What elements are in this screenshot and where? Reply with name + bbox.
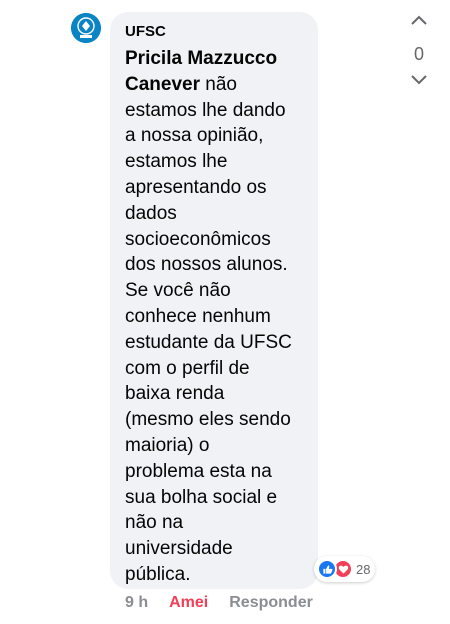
comment-author[interactable]: UFSC bbox=[125, 22, 308, 42]
ufsc-logo-icon bbox=[71, 13, 101, 43]
reply-button[interactable]: Responder bbox=[229, 594, 313, 612]
avatar[interactable] bbox=[71, 13, 101, 43]
chevron-up-icon bbox=[411, 15, 427, 25]
reaction-count: 28 bbox=[356, 561, 371, 577]
chevron-down-icon bbox=[411, 75, 427, 85]
reaction-button[interactable]: Amei bbox=[169, 594, 208, 612]
reaction-summary[interactable]: 28 bbox=[314, 556, 376, 582]
like-icon bbox=[317, 559, 337, 579]
upvote-button[interactable] bbox=[405, 14, 433, 26]
comment-actions: 9 h Amei Responder bbox=[125, 594, 313, 612]
downvote-button[interactable] bbox=[405, 74, 433, 86]
comment-view: UFSC Pricila Mazzucco Canever não estamo… bbox=[0, 0, 450, 624]
comment-bubble: UFSC Pricila Mazzucco Canever não estamo… bbox=[110, 12, 318, 589]
comment-body: Pricila Mazzucco Canever não estamos lhe… bbox=[125, 46, 308, 588]
comment-text: não estamos lhe dando a nossa opinião, e… bbox=[125, 73, 292, 585]
comment-timestamp[interactable]: 9 h bbox=[125, 594, 148, 612]
vote-count: 0 bbox=[413, 44, 424, 64]
mention-link[interactable]: Pricila Mazzucco Canever bbox=[125, 48, 277, 95]
